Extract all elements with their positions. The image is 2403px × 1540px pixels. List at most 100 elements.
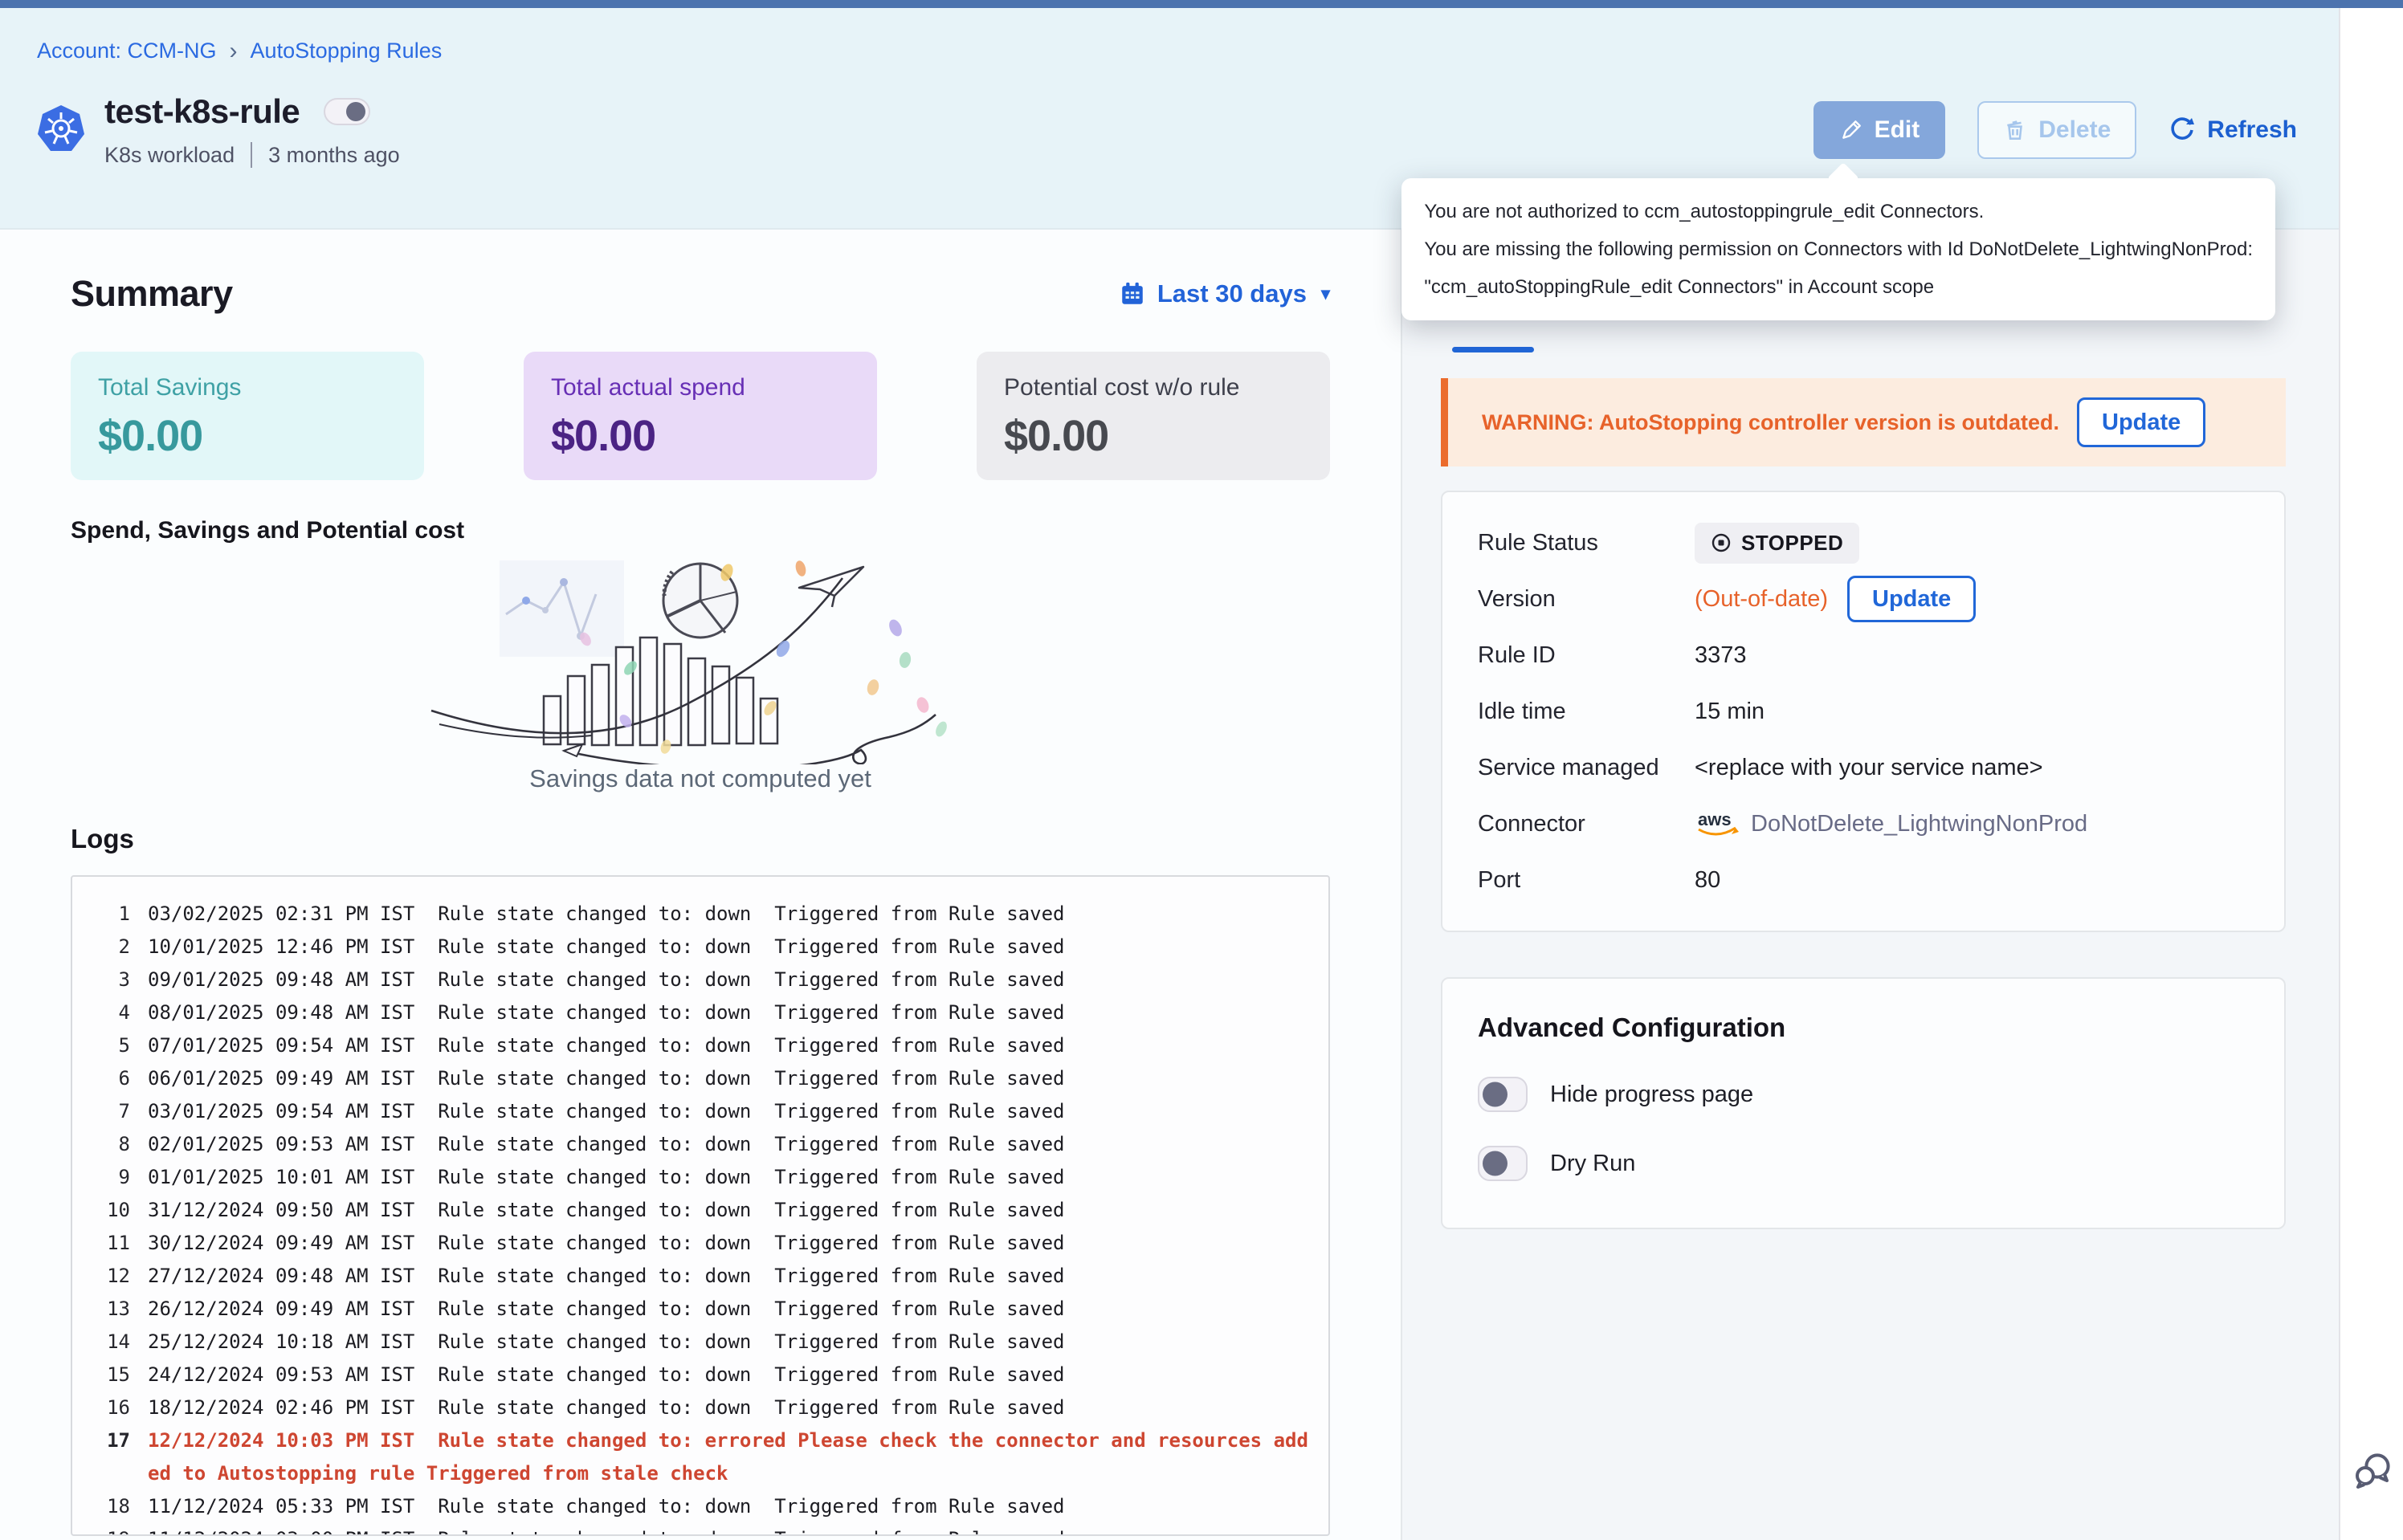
update-controller-button[interactable]: Update xyxy=(2077,397,2205,447)
detail-row-version: Version (Out-of-date) Update xyxy=(1478,571,2249,627)
summary-panel: Summary xyxy=(0,230,1402,1540)
log-line-number: 14 xyxy=(95,1326,130,1359)
log-line-text: 25/12/2024 10:18 AM ISTRule state change… xyxy=(148,1326,1308,1359)
log-timestamp: 02/01/2025 09:53 AM IST xyxy=(148,1133,414,1155)
refresh-button[interactable]: Refresh xyxy=(2168,101,2297,159)
log-line-number: 5 xyxy=(95,1029,130,1062)
summary-card-label: Total Savings xyxy=(98,374,397,401)
detail-label: Rule ID xyxy=(1478,642,1695,669)
log-line-text: 10/01/2025 12:46 PM ISTRule state change… xyxy=(148,931,1308,964)
log-row: 606/01/2025 09:49 AM ISTRule state chang… xyxy=(95,1062,1309,1095)
delete-button[interactable]: Delete xyxy=(1977,101,2136,159)
log-line-text: 31/12/2024 09:50 AM ISTRule state change… xyxy=(148,1194,1308,1227)
log-line-text: 03/02/2025 02:31 PM ISTRule state change… xyxy=(148,898,1308,931)
log-timestamp: 10/01/2025 12:46 PM IST xyxy=(148,935,414,958)
log-row: 1326/12/2024 09:49 AM ISTRule state chan… xyxy=(95,1293,1309,1326)
page-title: test-k8s-rule xyxy=(104,92,300,131)
stopped-icon xyxy=(1711,532,1732,553)
detail-label: Version xyxy=(1478,586,1695,613)
log-line-number: 18 xyxy=(95,1490,130,1523)
log-line-text: 30/12/2024 09:49 AM ISTRule state change… xyxy=(148,1227,1308,1260)
toggle-label: Dry Run xyxy=(1550,1151,1635,1177)
log-message: Rule state changed to: down Triggered fr… xyxy=(438,1100,1064,1122)
details-panel: Details WARNING: AutoStopping controller… xyxy=(1402,230,2339,1540)
rule-details-card: Rule Status STOPPED xyxy=(1441,491,2286,932)
detail-label: Service managed xyxy=(1478,755,1695,781)
toggle-switch[interactable] xyxy=(1478,1146,1528,1181)
last-updated-label: 3 months ago xyxy=(268,143,400,168)
log-row: 5 07/01/2025 09:54 AM ISTRule state chang… xyxy=(95,1029,1309,1062)
log-line-text: 03/01/2025 09:54 AM IST Rule state change… xyxy=(148,1095,1308,1128)
permission-tooltip: You are not authorized to ccm_autostoppi… xyxy=(1401,178,2275,320)
top-accent-bar xyxy=(0,0,2403,8)
log-line-number: 4 xyxy=(95,996,130,1029)
log-row: 4 08/01/2025 09:48 AM ISTRule state chang… xyxy=(95,996,1309,1029)
log-timestamp: 11/12/2024 05:33 PM IST xyxy=(148,1495,414,1518)
log-line-text: 27/12/2024 09:48 AM ISTRule state change… xyxy=(148,1260,1308,1293)
empty-chart-state: Savings data not computed yet xyxy=(71,546,1330,793)
edit-button[interactable]: Edit xyxy=(1813,101,1946,159)
log-row: 1911/12/2024 03:00 PM ISTRule state chan… xyxy=(95,1523,1309,1536)
log-line-number: 1 xyxy=(95,898,130,931)
log-row: 1227/12/2024 09:48 AM ISTRule state chan… xyxy=(95,1260,1309,1293)
toggle-label: Hide progress page xyxy=(1550,1082,1753,1108)
log-line-text: 12/12/2024 10:03 PM ISTRule state change… xyxy=(148,1424,1308,1490)
log-line-number: 2 xyxy=(95,931,130,964)
log-message: Rule state changed to: down Triggered fr… xyxy=(438,1001,1064,1024)
summary-card: Total actual spend $0.00 xyxy=(524,352,877,480)
log-line-number: 10 xyxy=(95,1194,130,1227)
toggle-switch[interactable] xyxy=(1478,1077,1528,1112)
log-line-text: 08/01/2025 09:48 AM ISTRule state change… xyxy=(148,996,1308,1029)
warning-text: WARNING: AutoStopping controller version… xyxy=(1482,410,2059,435)
log-timestamp: 24/12/2024 09:53 AM IST xyxy=(148,1363,414,1386)
log-line-number: 15 xyxy=(95,1359,130,1391)
log-timestamp: 09/01/2025 09:48 AM IST xyxy=(148,968,414,991)
log-timestamp: 12/12/2024 10:03 PM IST xyxy=(148,1429,414,1452)
detail-value: 80 xyxy=(1695,867,1720,894)
detail-row-rule-status: Rule Status STOPPED xyxy=(1478,515,2249,571)
breadcrumb-autostopping-rules-link[interactable]: AutoStopping Rules xyxy=(251,39,443,63)
aws-logo-icon: aws xyxy=(1695,808,1740,840)
log-line-number: 8 xyxy=(95,1128,130,1161)
advanced-configuration-card: Advanced Configuration Hide progress pag… xyxy=(1441,977,2286,1229)
date-range-label: Last 30 days xyxy=(1157,279,1307,308)
detail-value: <replace with your service name> xyxy=(1695,755,2043,781)
log-timestamp: 30/12/2024 09:49 AM IST xyxy=(148,1232,414,1254)
subtitle-divider xyxy=(251,142,252,168)
update-version-button[interactable]: Update xyxy=(1847,576,1976,622)
detail-row-service-managed: Service managed <replace with your servi… xyxy=(1478,739,2249,796)
log-row: 309/01/2025 09:48 AM ISTRule state chang… xyxy=(95,964,1309,996)
log-timestamp: 27/12/2024 09:48 AM IST xyxy=(148,1265,414,1287)
breadcrumb-separator-icon: › xyxy=(230,39,238,63)
connector-name: DoNotDelete_LightwingNonProd xyxy=(1751,811,2087,837)
summary-card-label: Potential cost w/o rule xyxy=(1004,374,1303,401)
calendar-icon xyxy=(1119,280,1146,308)
summary-heading: Summary xyxy=(71,273,233,315)
log-line-number: 17 xyxy=(95,1424,130,1490)
chat-support-icon[interactable] xyxy=(2352,1450,2393,1492)
summary-card-value: $0.00 xyxy=(1004,411,1303,461)
log-row: 10 31/12/2024 09:50 AM ISTRule state chan… xyxy=(95,1194,1309,1227)
logs-panel[interactable]: 1 03/02/2025 02:31 PM ISTRule state chang… xyxy=(71,875,1330,1536)
rule-enabled-toggle[interactable] xyxy=(324,98,370,125)
log-timestamp: 03/01/2025 09:54 AM IST xyxy=(148,1100,414,1122)
log-row: 15 24/12/2024 09:53 AM IST Rule state chan… xyxy=(95,1359,1309,1391)
log-message: Rule state changed to: down Triggered fr… xyxy=(438,1363,1064,1386)
log-message: Rule state changed to: down Triggered fr… xyxy=(438,902,1064,925)
empty-chart-caption: Savings data not computed yet xyxy=(71,764,1330,793)
summary-card-label: Total actual spend xyxy=(551,374,850,401)
log-row: 1811/12/2024 05:33 PM ISTRule state chan… xyxy=(95,1490,1309,1523)
tooltip-line: You are missing the following permission… xyxy=(1424,230,2253,268)
log-line-text: 09/01/2025 09:48 AM ISTRule state change… xyxy=(148,964,1308,996)
version-out-of-date-label: (Out-of-date) xyxy=(1695,586,1828,613)
breadcrumb-account-link[interactable]: Account: CCM-NG xyxy=(37,39,217,63)
date-range-selector[interactable]: Last 30 days ▾ xyxy=(1119,279,1330,308)
status-badge: STOPPED xyxy=(1695,523,1859,564)
log-line-text: 07/01/2025 09:54 AM ISTRule state change… xyxy=(148,1029,1308,1062)
detail-row-port: Port 80 xyxy=(1478,852,2249,908)
autostopping-rule-page: Account: CCM-NG › AutoStopping Rules xyxy=(0,0,2403,1540)
log-line-number: 11 xyxy=(95,1227,130,1260)
detail-row-rule-id: Rule ID 3373 xyxy=(1478,627,2249,683)
log-row: 703/01/2025 09:54 AM ISTRule state chang… xyxy=(95,1095,1309,1128)
log-line-number: 19 xyxy=(95,1523,130,1536)
